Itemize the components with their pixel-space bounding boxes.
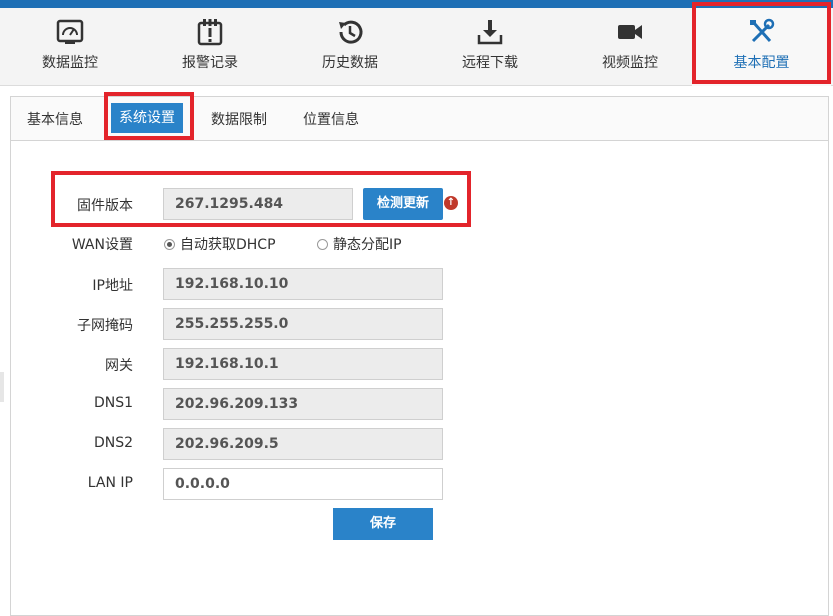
subnet-mask-label: 子网掩码 xyxy=(77,318,133,334)
gateway-label: 网关 xyxy=(105,358,133,374)
video-camera-icon xyxy=(618,25,642,39)
dashboard-icon xyxy=(56,19,84,44)
radio-dot-icon xyxy=(164,239,175,250)
download-icon xyxy=(477,20,503,45)
highlight-box-nav xyxy=(692,2,831,84)
tab-data-limits[interactable]: 数据限制 xyxy=(211,107,267,133)
firmware-label: 固件版本 xyxy=(77,198,133,214)
lan-ip-field[interactable]: 0.0.0.0 xyxy=(163,468,443,500)
nav-item-video-monitor[interactable]: 视频监控 xyxy=(560,8,700,86)
history-icon xyxy=(339,20,363,44)
dns2-label: DNS2 xyxy=(93,435,133,451)
nav-label: 视频监控 xyxy=(602,55,658,71)
nav-item-history-data[interactable]: 历史数据 xyxy=(280,8,420,86)
ip-label: IP地址 xyxy=(92,278,133,294)
dns1-label: DNS1 xyxy=(93,395,133,411)
check-update-button[interactable]: 检测更新 xyxy=(363,188,443,220)
firmware-version-field: 267.1295.484 xyxy=(163,188,353,220)
nav-item-remote-download[interactable]: 远程下载 xyxy=(420,8,560,86)
update-available-icon: ↑ xyxy=(444,196,458,210)
save-button[interactable]: 保存 xyxy=(333,508,433,540)
nav-item-alarm-records[interactable]: 报警记录 xyxy=(140,8,280,86)
wan-label: WAN设置 xyxy=(71,237,133,253)
gateway-field: 192.168.10.1 xyxy=(163,348,443,380)
nav-label: 数据监控 xyxy=(42,55,98,71)
nav-label: 历史数据 xyxy=(322,55,378,71)
alarm-calendar-icon xyxy=(197,19,223,46)
ip-address-field: 192.168.10.10 xyxy=(163,268,443,300)
dns2-field: 202.96.209.5 xyxy=(163,428,443,460)
subnet-mask-field: 255.255.255.0 xyxy=(163,308,443,340)
nav-label: 报警记录 xyxy=(182,55,238,71)
highlight-box-tab xyxy=(104,92,194,140)
tab-basic-info[interactable]: 基本信息 xyxy=(27,107,83,133)
radio-dot-icon xyxy=(317,239,328,250)
radio-static-ip[interactable]: 静态分配IP xyxy=(317,234,402,254)
radio-label: 自动获取DHCP xyxy=(180,237,276,253)
dns1-field: 202.96.209.133 xyxy=(163,388,443,420)
radio-dhcp[interactable]: 自动获取DHCP xyxy=(164,234,276,254)
tab-location-info[interactable]: 位置信息 xyxy=(303,107,359,133)
radio-label: 静态分配IP xyxy=(333,237,402,253)
nav-item-data-monitor[interactable]: 数据监控 xyxy=(0,8,140,86)
lan-ip-label: LAN IP xyxy=(87,475,133,491)
nav-label: 远程下载 xyxy=(462,55,518,71)
